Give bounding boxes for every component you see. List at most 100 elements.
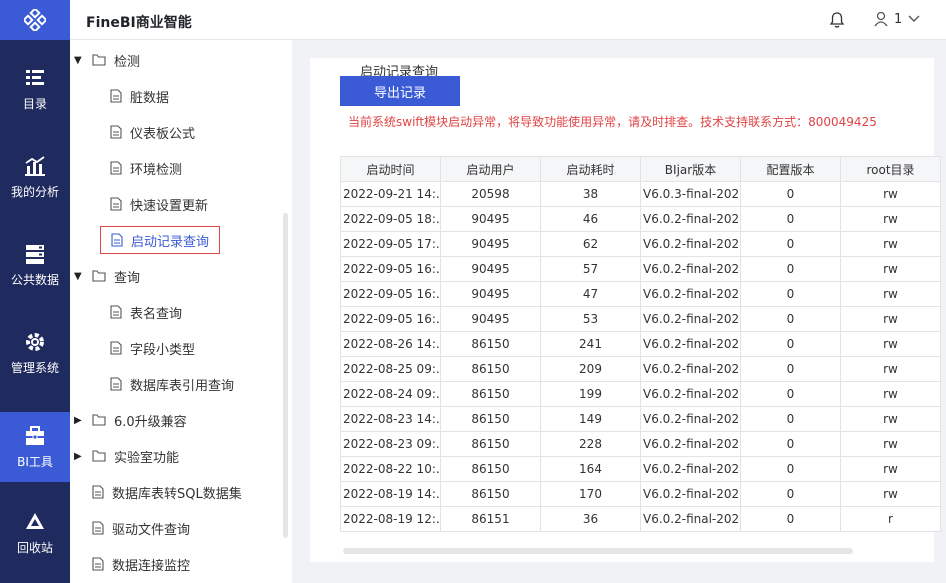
table-row[interactable]: 2022-09-05 16:... 90495 57 V6.0.2-final-202… [340, 256, 941, 282]
toolbox-icon [26, 425, 44, 445]
table-row[interactable]: 2022-08-23 14:... 86150 149 V6.0.2-final-20… [340, 406, 941, 432]
nav-management[interactable]: 管理系统 [0, 318, 70, 388]
tree-item-conn-monitor[interactable]: 数据连接监控 [92, 553, 190, 575]
table-cell: r [840, 506, 941, 532]
tree-item-db-ref[interactable]: 数据库表引用查询 [110, 373, 234, 395]
tree-folder-query[interactable]: ▼ 查询 [74, 265, 140, 287]
table-cell: V6.0.2-final-202... [640, 231, 741, 257]
column-header[interactable]: 启动用户 [440, 156, 541, 182]
table-cell: 2022-08-25 09:... [340, 356, 441, 382]
tree-label: 数据库表转SQL数据集 [112, 486, 242, 502]
table-row[interactable]: 2022-08-19 14:... 86150 170 V6.0.2-final-20… [340, 481, 941, 507]
table-header-row: 启动时间 启动用户 启动耗时 BIjar版本 配置版本 root目录 [340, 156, 941, 182]
table-cell: V6.0.2-final-202... [640, 206, 741, 232]
table-row[interactable]: 2022-08-22 10:... 86150 164 V6.0.2-final-20… [340, 456, 941, 482]
table-cell: 0 [740, 481, 841, 507]
table-cell: rw [840, 206, 941, 232]
document-icon [110, 341, 122, 355]
nav-my-analysis[interactable]: 我的分析 [0, 142, 70, 212]
table-row[interactable]: 2022-08-25 09:... 86150 209 V6.0.2-final-20… [340, 356, 941, 382]
tree-item-field-type[interactable]: 字段小类型 [110, 337, 195, 359]
catalog-icon [26, 69, 44, 85]
user-icon [874, 11, 888, 27]
table-cell: 2022-08-23 14:... [340, 406, 441, 432]
caret-right-icon: ▶ [74, 414, 82, 426]
nav-recycle-bin[interactable]: 回收站 [0, 498, 70, 568]
table-cell: 2022-08-22 10:... [340, 456, 441, 482]
table-cell: 0 [740, 506, 841, 532]
tree-item-table-query[interactable]: 表名查询 [110, 301, 182, 323]
column-header[interactable]: 启动耗时 [540, 156, 641, 182]
table-cell: 228 [540, 431, 641, 457]
table-row[interactable]: 2022-09-05 16:... 90495 53 V6.0.2-final-202… [340, 306, 941, 332]
tree-label: 字段小类型 [130, 342, 196, 358]
table-cell: 57 [540, 256, 641, 282]
document-icon [92, 557, 104, 571]
nav-management-label: 管理系统 [10, 360, 59, 375]
table-cell: 0 [740, 456, 841, 482]
nav-my-analysis-label: 我的分析 [10, 184, 59, 199]
table-cell: V6.0.2-final-202... [640, 281, 741, 307]
export-records-button[interactable]: 导出记录 [340, 76, 460, 106]
nav-public-data-label: 公共数据 [10, 272, 59, 287]
table-cell: V6.0.2-final-202... [640, 356, 741, 382]
tree-item-db-sql[interactable]: 数据库表转SQL数据集 [92, 481, 242, 503]
table-cell: 90495 [440, 306, 541, 332]
table-cell: 0 [740, 206, 841, 232]
column-header[interactable]: 配置版本 [740, 156, 841, 182]
table-cell: 90495 [440, 206, 541, 232]
tree-item-startup-query[interactable]: 启动记录查询 [100, 226, 221, 254]
table-cell: 2022-09-21 14:... [340, 181, 441, 207]
table-row[interactable]: 2022-08-26 14:... 86150 241 V6.0.2-final-20… [340, 331, 941, 357]
table-cell: V6.0.2-final-202... [640, 256, 741, 282]
table-cell: V6.0.2-final-202... [640, 506, 741, 532]
app: FineBI商业智能 1 目录 我的分析 公共数据 管理系统 BI工具 回收站 … [0, 0, 946, 583]
tree-label: 环境检测 [130, 162, 183, 178]
user-menu[interactable]: 1 [874, 11, 920, 27]
tree-label: 快速设置更新 [130, 198, 209, 214]
table-cell: 149 [540, 406, 641, 432]
table-cell: 0 [740, 306, 841, 332]
table-cell: 38 [540, 181, 641, 207]
table-row[interactable]: 2022-08-19 12:... 86151 36 V6.0.2-final-202… [340, 506, 941, 532]
analysis-icon [25, 155, 45, 176]
table-row[interactable]: 2022-08-23 09:... 86150 228 V6.0.2-final-20… [340, 431, 941, 457]
column-header[interactable]: BIjar版本 [640, 156, 741, 182]
table-row[interactable]: 2022-09-05 17:... 90495 62 V6.0.2-final-202… [340, 231, 941, 257]
table-row[interactable]: 2022-09-05 18:... 90495 46 V6.0.2-final-202… [340, 206, 941, 232]
tree-folder-detect[interactable]: ▼ 检测 [74, 49, 140, 71]
table-cell: rw [840, 381, 941, 407]
nav-bi-tools[interactable]: BI工具 [0, 412, 70, 482]
caret-down-icon: ▼ [74, 270, 82, 282]
table-cell: rw [840, 281, 941, 307]
column-header[interactable]: root目录 [840, 156, 941, 182]
table-cell: V6.0.2-final-202... [640, 406, 741, 432]
tree-item-dirty[interactable]: 脏数据 [110, 85, 169, 107]
table-cell: V6.0.2-final-202... [640, 481, 741, 507]
tree-item-driver-query[interactable]: 驱动文件查询 [92, 517, 190, 539]
bell-icon[interactable] [829, 11, 845, 29]
table-row[interactable]: 2022-09-05 16:... 90495 47 V6.0.2-final-202… [340, 281, 941, 307]
tree-scrollbar[interactable] [283, 213, 288, 538]
tree-label: 脏数据 [130, 90, 170, 106]
nav-public-data[interactable]: 公共数据 [0, 230, 70, 300]
tree-folder-upgrade[interactable]: ▶ 6.0升级兼容 [74, 409, 187, 431]
table-cell: 53 [540, 306, 641, 332]
document-icon [92, 485, 104, 499]
column-header[interactable]: 启动时间 [340, 156, 441, 182]
tree-item-dashboard-formula[interactable]: 仪表板公式 [110, 121, 195, 143]
table-cell: rw [840, 256, 941, 282]
nav-catalog[interactable]: 目录 [0, 54, 70, 124]
tree-label: 仪表板公式 [130, 126, 196, 142]
table-horizontal-scrollbar[interactable] [343, 548, 853, 554]
document-icon [110, 89, 122, 103]
tree-folder-lab[interactable]: ▶ 实验室功能 [74, 445, 179, 467]
tree-item-quick-update[interactable]: 快速设置更新 [110, 193, 208, 215]
logo[interactable] [0, 0, 70, 40]
table-cell: V6.0.2-final-202... [640, 381, 741, 407]
tree-item-env-check[interactable]: 环境检测 [110, 157, 182, 179]
table-row[interactable]: 2022-08-24 09:... 86150 199 V6.0.2-final-20… [340, 381, 941, 407]
table-cell: 199 [540, 381, 641, 407]
table-cell: 86150 [440, 356, 541, 382]
table-row[interactable]: 2022-09-21 14:... 20598 38 V6.0.3-final-202… [340, 181, 941, 207]
